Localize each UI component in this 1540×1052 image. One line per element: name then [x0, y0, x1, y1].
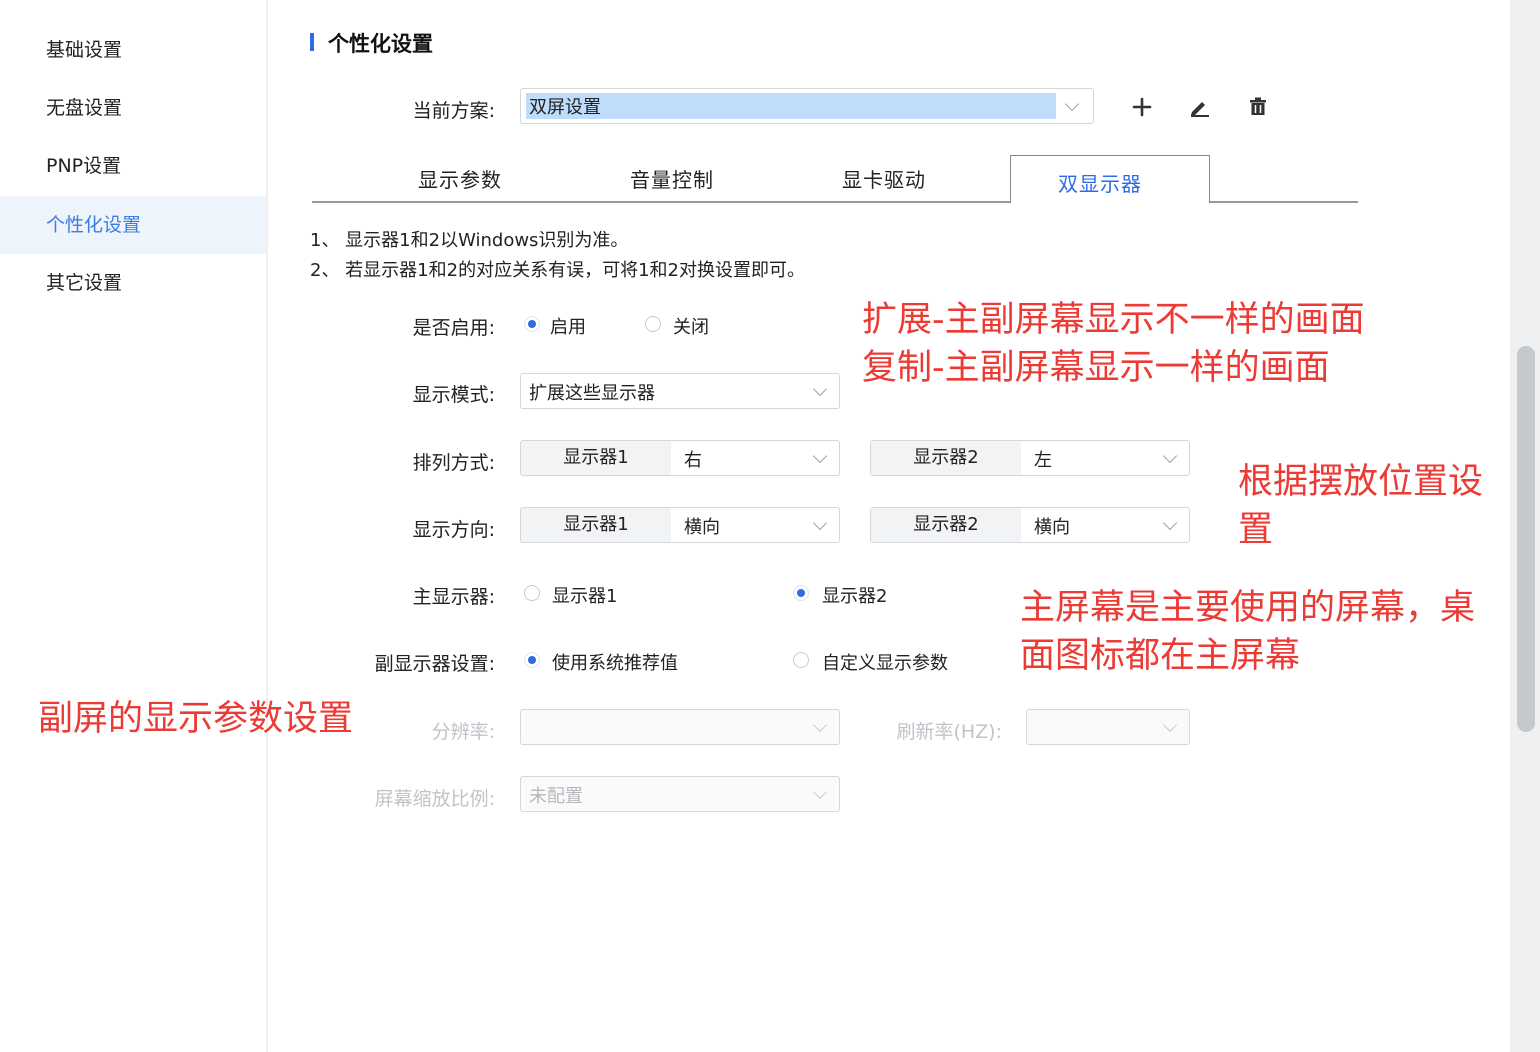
enable-off-label[interactable]: 关闭 [673, 313, 709, 339]
enable-on-radio[interactable] [524, 316, 540, 332]
resolution-select[interactable] [520, 709, 840, 745]
arrange-monitor2-value: 左 [1034, 450, 1052, 471]
annotation-primary-1: 主屏幕是主要使用的屏幕，桌 [1020, 588, 1476, 628]
sidebar-item-pnp[interactable]: PNP设置 [0, 137, 266, 195]
orientation-monitor2-value: 横向 [1034, 517, 1070, 538]
arrange-label: 排列方式: [412, 452, 495, 474]
scale-label: 屏幕缩放比例: [374, 788, 495, 810]
chevron-down-icon [812, 448, 828, 464]
scale-select[interactable]: 未配置 [520, 776, 840, 812]
primary-monitor2-radio[interactable] [793, 585, 809, 601]
arrange-monitor1-tag: 显示器1 [521, 441, 671, 475]
primary-monitor2-label[interactable]: 显示器2 [822, 582, 887, 608]
orientation-label: 显示方向: [412, 519, 495, 541]
enable-label: 是否启用: [412, 317, 495, 339]
chevron-down-icon [1162, 515, 1178, 531]
chevron-down-icon [1162, 717, 1178, 733]
tab-dual-monitor[interactable]: 双显示器 [1058, 168, 1142, 197]
annotation-mode-copy: 复制-主副屏幕显示一样的画面 [862, 348, 1330, 388]
primary-monitor1-label[interactable]: 显示器1 [552, 582, 617, 608]
annotation-mode-extend: 扩展-主副屏幕显示不一样的画面 [862, 300, 1365, 340]
refresh-label: 刷新率(HZ): [896, 721, 1002, 743]
orientation-monitor2-tag: 显示器2 [871, 508, 1021, 542]
sidebar-item-personalization[interactable]: 个性化设置 [0, 196, 266, 254]
scrollbar-thumb[interactable] [1517, 346, 1535, 732]
pencil-icon[interactable] [1187, 94, 1213, 120]
scheme-value: 双屏设置 [529, 97, 601, 118]
section-accent-bar [310, 33, 314, 51]
annotation-position-2: 置 [1238, 510, 1274, 550]
orientation-monitor2-select[interactable]: 显示器2 横向 [870, 507, 1190, 543]
mode-value: 扩展这些显示器 [529, 383, 655, 404]
arrange-monitor1-select[interactable]: 显示器1 右 [520, 440, 840, 476]
arrange-monitor1-value: 右 [684, 450, 702, 471]
sidebar-item-diskless[interactable]: 无盘设置 [0, 79, 266, 137]
note-line-1: 1、 显示器1和2以Windows识别为准。 [310, 230, 629, 251]
annotation-primary-2: 面图标都在主屏幕 [1020, 636, 1301, 676]
scale-value: 未配置 [529, 786, 583, 807]
trash-icon[interactable] [1245, 94, 1271, 120]
scheme-selection-highlight [526, 93, 1056, 119]
arrange-monitor2-select[interactable]: 显示器2 左 [870, 440, 1190, 476]
arrange-monitor2-tag: 显示器2 [871, 441, 1021, 475]
mode-select[interactable]: 扩展这些显示器 [520, 373, 840, 409]
chevron-down-icon [812, 784, 828, 800]
chevron-down-icon [812, 717, 828, 733]
chevron-down-icon [1064, 96, 1080, 112]
plus-icon[interactable] [1129, 94, 1155, 120]
orientation-monitor1-value: 横向 [684, 517, 720, 538]
tab-gpu-driver[interactable]: 显卡驱动 [842, 164, 926, 193]
sidebar-item-basic[interactable]: 基础设置 [0, 21, 266, 79]
chevron-down-icon [812, 515, 828, 531]
enable-on-label[interactable]: 启用 [550, 313, 586, 339]
secondary-label: 副显示器设置: [374, 653, 495, 675]
scheme-select[interactable]: 双屏设置 [520, 88, 1094, 124]
chevron-down-icon [812, 381, 828, 397]
page-title: 个性化设置 [328, 32, 433, 56]
sidebar: 基础设置 无盘设置 PNP设置 个性化设置 其它设置 [0, 0, 268, 1052]
scheme-label: 当前方案: [412, 100, 495, 122]
orientation-monitor1-tag: 显示器1 [521, 508, 671, 542]
refresh-select[interactable] [1026, 709, 1190, 745]
note-line-2: 2、 若显示器1和2的对应关系有误，可将1和2对换设置即可。 [310, 260, 805, 281]
secondary-recommended-radio[interactable] [524, 652, 540, 668]
primary-label: 主显示器: [412, 586, 495, 608]
mode-label: 显示模式: [412, 384, 495, 406]
tab-display-params[interactable]: 显示参数 [418, 164, 502, 193]
annotation-position-1: 根据摆放位置设 [1238, 462, 1484, 502]
orientation-monitor1-select[interactable]: 显示器1 横向 [520, 507, 840, 543]
annotation-secondary: 副屏的显示参数设置 [38, 699, 354, 739]
tab-volume-control[interactable]: 音量控制 [630, 164, 714, 193]
primary-monitor1-radio[interactable] [524, 585, 540, 601]
secondary-custom-label[interactable]: 自定义显示参数 [822, 649, 948, 675]
enable-off-radio[interactable] [645, 316, 661, 332]
sidebar-item-other[interactable]: 其它设置 [0, 254, 266, 312]
resolution-label: 分辨率: [431, 721, 495, 743]
chevron-down-icon [1162, 448, 1178, 464]
secondary-custom-radio[interactable] [793, 652, 809, 668]
secondary-recommended-label[interactable]: 使用系统推荐值 [552, 649, 678, 675]
